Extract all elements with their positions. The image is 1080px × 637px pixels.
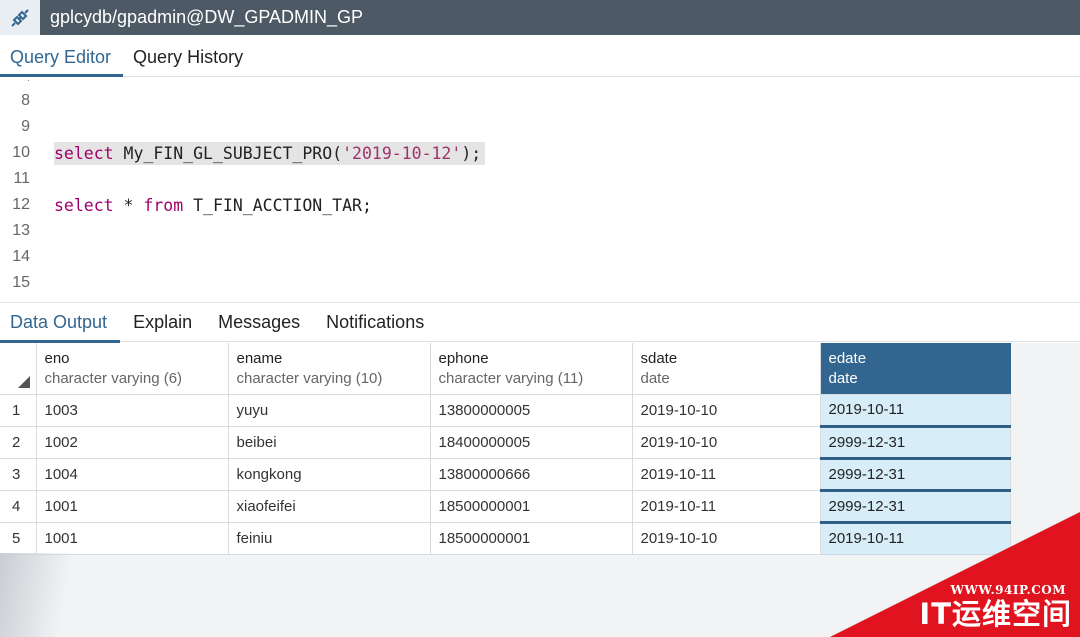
sql-keyword: select [54,143,114,163]
editor-line: 8 [0,88,1080,114]
sql-keyword: select [54,195,114,215]
row-number[interactable]: 5 [0,522,37,555]
tab-query-history[interactable]: Query History [123,34,255,76]
editor-line: 12 select * from T_FIN_ACCTION_TAR; [0,192,1080,218]
header-row: eno character varying (6) ename character … [0,343,1011,395]
cell-eno[interactable]: 1001 [36,522,229,555]
table-row[interactable]: 1 1003 yuyu 13800000005 2019-10-10 2019-… [0,394,1011,428]
table-row[interactable]: 3 1004 kongkong 13800000666 2019-10-11 2… [0,458,1011,492]
corner-shadow [0,553,90,637]
cell-sdate[interactable]: 2019-10-10 [632,426,821,459]
row-number[interactable]: 1 [0,394,37,427]
editor-line: 14 [0,244,1080,270]
output-tabs: Data Output Explain Messages Notificatio… [0,302,1080,343]
column-header-eno[interactable]: eno character varying (6) [36,343,229,395]
connection-titlebar: gplcydb/gpadmin@DW_GPADMIN_GP [0,0,1080,35]
cell-eno[interactable]: 1002 [36,426,229,459]
tab-notifications[interactable]: Notifications [313,302,437,342]
table-row[interactable]: 2 1002 beibei 18400000005 2019-10-10 299… [0,426,1011,460]
column-header-sdate[interactable]: sdate date [632,343,821,395]
editor-tabs: Query Editor Query History [0,35,1080,77]
cell-ephone[interactable]: 18500000001 [430,522,633,555]
column-header-ephone[interactable]: ephone character varying (11) [430,343,633,395]
sql-text: ); [461,143,482,163]
row-number[interactable]: 3 [0,458,37,491]
cell-ename[interactable]: beibei [228,426,431,459]
sql-string-literal: '2019-10-12' [342,143,462,163]
cell-ephone[interactable]: 18500000001 [430,490,633,523]
line-number: 9 [21,118,30,135]
cell-ephone[interactable]: 13800000666 [430,458,633,491]
cell-ename[interactable]: xiaofeifei [228,490,431,523]
cell-edate[interactable]: 2999-12-31 [820,458,1011,492]
sql-text: T_FIN_ACCTION_TAR; [183,195,372,215]
tab-explain[interactable]: Explain [120,302,205,342]
line-number: 15 [12,274,30,291]
cell-eno[interactable]: 1003 [36,394,229,427]
cell-edate[interactable]: 2999-12-31 [820,426,1011,460]
editor-line: 13 [0,218,1080,244]
database-connection-icon[interactable] [0,0,40,35]
editor-line: 10 select My_FIN_GL_SUBJECT_PRO('2019-10… [0,140,1080,166]
line-number: 14 [12,248,30,265]
cell-eno[interactable]: 1001 [36,490,229,523]
column-header-ename[interactable]: ename character varying (10) [228,343,431,395]
cell-sdate[interactable]: 2019-10-11 [632,490,821,523]
cell-ephone[interactable]: 18400000005 [430,426,633,459]
row-number[interactable]: 2 [0,426,37,459]
line-number: 8 [21,92,30,109]
cell-sdate[interactable]: 2019-10-10 [632,394,821,427]
sql-text: My_FIN_GL_SUBJECT_PRO( [113,143,343,163]
cell-sdate[interactable]: 2019-10-11 [632,458,821,491]
select-all-corner[interactable] [0,343,37,395]
line-number: 10 [12,144,30,161]
watermark-text: IT运维空间 [919,597,1072,631]
sql-statement-selected[interactable]: select My_FIN_GL_SUBJECT_PRO('2019-10-12… [54,141,486,165]
editor-line: 15 [0,270,1080,296]
sql-editor[interactable]: ⋅ 8 9 10 select My_FIN_GL_SUBJECT_PRO('2… [0,78,1080,302]
cell-sdate[interactable]: 2019-10-10 [632,522,821,555]
sql-statement[interactable]: select * from T_FIN_ACCTION_TAR; [54,196,372,215]
watermark: WWW.94IP.COM IT运维空间 [830,512,1080,637]
sql-text: * [113,195,144,215]
select-all-icon [17,375,30,388]
cell-ename[interactable]: feiniu [228,522,431,555]
tab-data-output[interactable]: Data Output [0,302,121,343]
line-number: 11 [13,170,30,187]
row-number[interactable]: 4 [0,490,37,523]
cell-ename[interactable]: yuyu [228,394,431,427]
line-number: 12 [12,196,30,213]
sql-keyword: from [143,195,184,215]
cell-edate[interactable]: 2019-10-11 [820,394,1011,428]
cell-ephone[interactable]: 13800000005 [430,394,633,427]
tab-query-editor[interactable]: Query Editor [0,34,124,77]
connection-title: gplcydb/gpadmin@DW_GPADMIN_GP [50,7,364,27]
editor-line: 11 [0,166,1080,192]
cell-eno[interactable]: 1004 [36,458,229,491]
cell-ename[interactable]: kongkong [228,458,431,491]
column-header-edate[interactable]: edate date [820,343,1011,395]
editor-line: 9 [0,114,1080,140]
tab-messages[interactable]: Messages [205,302,313,342]
line-number: 13 [12,222,30,239]
